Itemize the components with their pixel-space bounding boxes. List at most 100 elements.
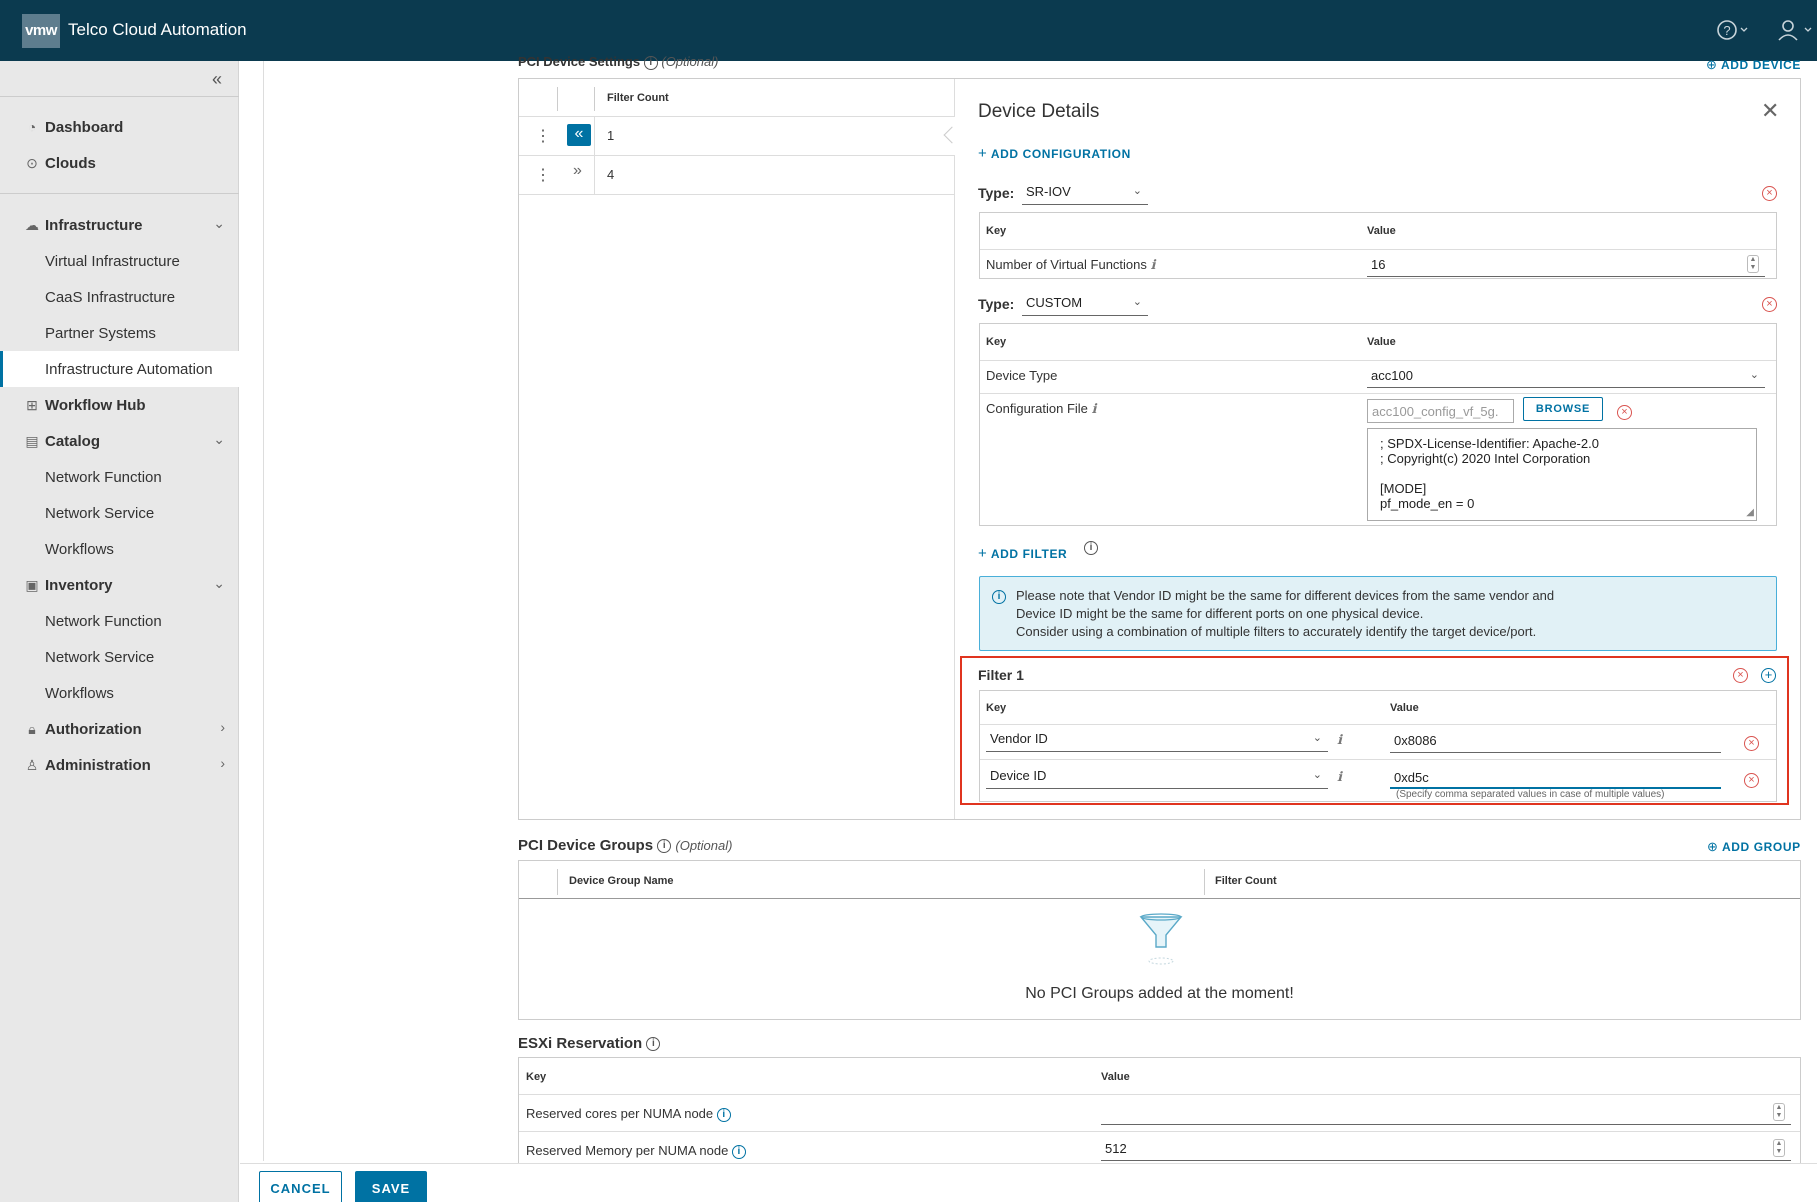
info-icon[interactable]: i <box>1084 539 1098 556</box>
stepper-icon: ▲ ▼ <box>1773 1103 1785 1121</box>
info-icon[interactable]: i <box>646 1037 661 1052</box>
double-chevron-left-icon[interactable]: « <box>212 69 222 90</box>
lock-icon: 🔒︎ <box>28 721 36 737</box>
close-icon[interactable]: ✕ <box>1761 100 1779 122</box>
esxi-table: Key Value Reserved cores per NUMA node i… <box>518 1057 1801 1167</box>
row-actions-icon[interactable]: ⋮ <box>535 126 551 146</box>
info-icon[interactable]: i <box>643 55 658 70</box>
num-vfs-label: Number of Virtual Functions ℹ <box>986 257 1156 272</box>
col-device-group-name: Device Group Name <box>569 875 674 887</box>
reserved-memory-label: Reserved Memory per NUMA node i <box>526 1143 746 1159</box>
filter-value-input[interactable]: 0x8086 <box>1390 733 1721 753</box>
chevron-down-icon: ⌄ <box>213 431 225 447</box>
remove-filter-row-icon[interactable]: × <box>1744 736 1759 751</box>
expand-detail-icon[interactable]: » <box>573 162 582 180</box>
collapse-detail-icon[interactable]: « <box>567 124 591 146</box>
cancel-button[interactable]: CANCEL <box>259 1171 342 1202</box>
custom-config-table: Key Value Device Type acc100 ⌄ Configurat… <box>979 323 1777 526</box>
sidebar-item-catalog[interactable]: ▤ Catalog ⌄ <box>0 425 239 459</box>
sidebar-item-catalog-network-function[interactable]: Network Function <box>0 461 239 495</box>
info-icon[interactable]: ℹ <box>1337 732 1342 748</box>
table-row[interactable]: ⋮ « 1 <box>519 117 955 155</box>
sidebar-item-partner-systems[interactable]: Partner Systems <box>0 317 239 351</box>
add-configuration-button[interactable]: + ADD CONFIGURATION <box>978 145 1131 162</box>
sidebar-item-authorization[interactable]: 🔒︎ Authorization › <box>0 713 239 747</box>
config-file-textarea[interactable]: ; SPDX-License-Identifier: Apache-2.0 ; … <box>1367 428 1757 521</box>
col-filter-count: Filter Count <box>607 92 669 104</box>
stepper-icon: ▲ ▼ <box>1747 255 1759 273</box>
sidebar-item-infrastructure-automation[interactable]: Infrastructure Automation <box>0 351 239 387</box>
sidebar-nav: « ◔ Dashboard ⊙ Clouds ☁ Infrastructure … <box>0 61 239 1202</box>
add-device-button[interactable]: ⊕ ADD DEVICE <box>1706 57 1801 73</box>
num-vfs-input[interactable]: 16 ▲ ▼ <box>1367 255 1765 277</box>
sidebar-item-inventory-network-function[interactable]: Network Function <box>0 605 239 639</box>
reserved-cores-label: Reserved cores per NUMA node i <box>526 1106 731 1122</box>
info-icon: ℹ <box>1091 401 1097 416</box>
filter-title: Filter 1 <box>978 667 1024 683</box>
sidebar-item-dashboard[interactable]: ◔ Dashboard <box>0 111 239 145</box>
add-filter-row-icon[interactable]: + <box>1761 668 1776 683</box>
table-row[interactable]: ⋮ » 4 <box>519 156 955 194</box>
browse-button[interactable]: BROWSE <box>1523 397 1603 421</box>
info-icon[interactable]: ℹ <box>1337 769 1342 785</box>
sidebar-item-inventory-workflows[interactable]: Workflows <box>0 677 239 711</box>
remove-filter-icon[interactable]: × <box>1733 668 1748 683</box>
config-file-label: Configuration File ℹ <box>986 401 1097 416</box>
info-icon: i <box>731 1144 746 1159</box>
save-button[interactable]: SAVE <box>355 1171 427 1202</box>
sidebar-item-catalog-workflows[interactable]: Workflows <box>0 533 239 567</box>
sidebar-item-clouds[interactable]: ⊙ Clouds <box>0 147 239 181</box>
help-circle-icon[interactable]: ? <box>1716 18 1750 48</box>
vmware-logo: vmw <box>22 14 60 48</box>
type-label: Type: <box>978 296 1015 312</box>
info-icon: i <box>716 1107 731 1122</box>
filter-key-select[interactable]: Vendor ID ⌄ <box>986 731 1328 752</box>
sidebar-item-inventory[interactable]: ▣ Inventory ⌄ <box>0 569 239 603</box>
sidebar-item-virtual-infrastructure[interactable]: Virtual Infrastructure <box>0 245 239 279</box>
filter-value-input[interactable]: 0xd5c <box>1390 770 1721 789</box>
device-type-select[interactable]: acc100 ⌄ <box>1367 368 1765 388</box>
cloud-icon: ☁ <box>25 217 39 233</box>
sidebar-item-workflow-hub[interactable]: ⊞ Workflow Hub <box>0 389 239 423</box>
remove-file-icon[interactable]: × <box>1617 405 1632 420</box>
type-select-custom[interactable]: CUSTOM ⌄ <box>1022 295 1148 316</box>
sidebar-item-inventory-network-service[interactable]: Network Service <box>0 641 239 675</box>
sidebar-item-infrastructure[interactable]: ☁ Infrastructure ⌄ <box>0 209 239 243</box>
pci-device-groups-title: PCI Device Groups i (Optional) <box>518 837 733 854</box>
add-group-button[interactable]: ⊕ ADD GROUP <box>1707 839 1801 855</box>
type-select-sriov[interactable]: SR-IOV ⌄ <box>1022 184 1148 205</box>
workflow-icon: ⊞ <box>26 397 38 413</box>
add-filter-button[interactable]: + ADD FILTER <box>978 545 1067 562</box>
chevron-down-icon: ⌄ <box>213 575 225 591</box>
footer-bar <box>240 1163 1817 1202</box>
row-actions-icon[interactable]: ⋮ <box>535 165 551 185</box>
sidebar-item-catalog-network-service[interactable]: Network Service <box>0 497 239 531</box>
type-label: Type: <box>978 185 1015 201</box>
user-icon: ♙ <box>25 757 39 773</box>
reserved-memory-input[interactable]: 512 ▲ ▼ <box>1101 1139 1791 1161</box>
device-details-title: Device Details <box>978 101 1100 122</box>
user-icon[interactable] <box>1776 18 1816 48</box>
reserved-cores-input[interactable]: ▲ ▼ <box>1101 1103 1791 1125</box>
chevron-right-icon: › <box>220 755 225 771</box>
chevron-down-icon: ⌄ <box>213 215 225 231</box>
sriov-table: Key Value Number of Virtual Functions ℹ … <box>979 212 1777 279</box>
app-header: vmw Telco Cloud Automation ? <box>0 0 1817 61</box>
device-type-label: Device Type <box>986 368 1058 383</box>
filter-table: Key Value Vendor ID ⌄ ℹ 0x8086 × Device I… <box>979 690 1777 802</box>
pci-device-settings-title: PCI Device Settings i (Optional) <box>518 54 719 70</box>
pci-groups-table: Device Group Name Filter Count No PCI Gr… <box>518 860 1801 1020</box>
info-alert: i Please note that Vendor ID might be th… <box>979 576 1777 651</box>
info-icon[interactable]: i <box>657 839 672 854</box>
map-pin-icon: ⊙ <box>26 155 38 171</box>
sidebar-item-caas-infrastructure[interactable]: CaaS Infrastructure <box>0 281 239 315</box>
filter-hint-text: (Specify comma separated values in case … <box>1396 789 1665 800</box>
config-file-input[interactable]: acc100_config_vf_5g. <box>1367 399 1514 423</box>
filter-key-select[interactable]: Device ID ⌄ <box>986 768 1328 789</box>
remove-filter-row-icon[interactable]: × <box>1744 773 1759 788</box>
sidebar-item-administration[interactable]: ♙ Administration › <box>0 749 239 783</box>
remove-config-icon[interactable]: × <box>1762 297 1777 312</box>
chevron-right-icon: › <box>220 719 225 735</box>
remove-config-icon[interactable]: × <box>1762 186 1777 201</box>
info-icon: ℹ <box>1150 257 1156 272</box>
